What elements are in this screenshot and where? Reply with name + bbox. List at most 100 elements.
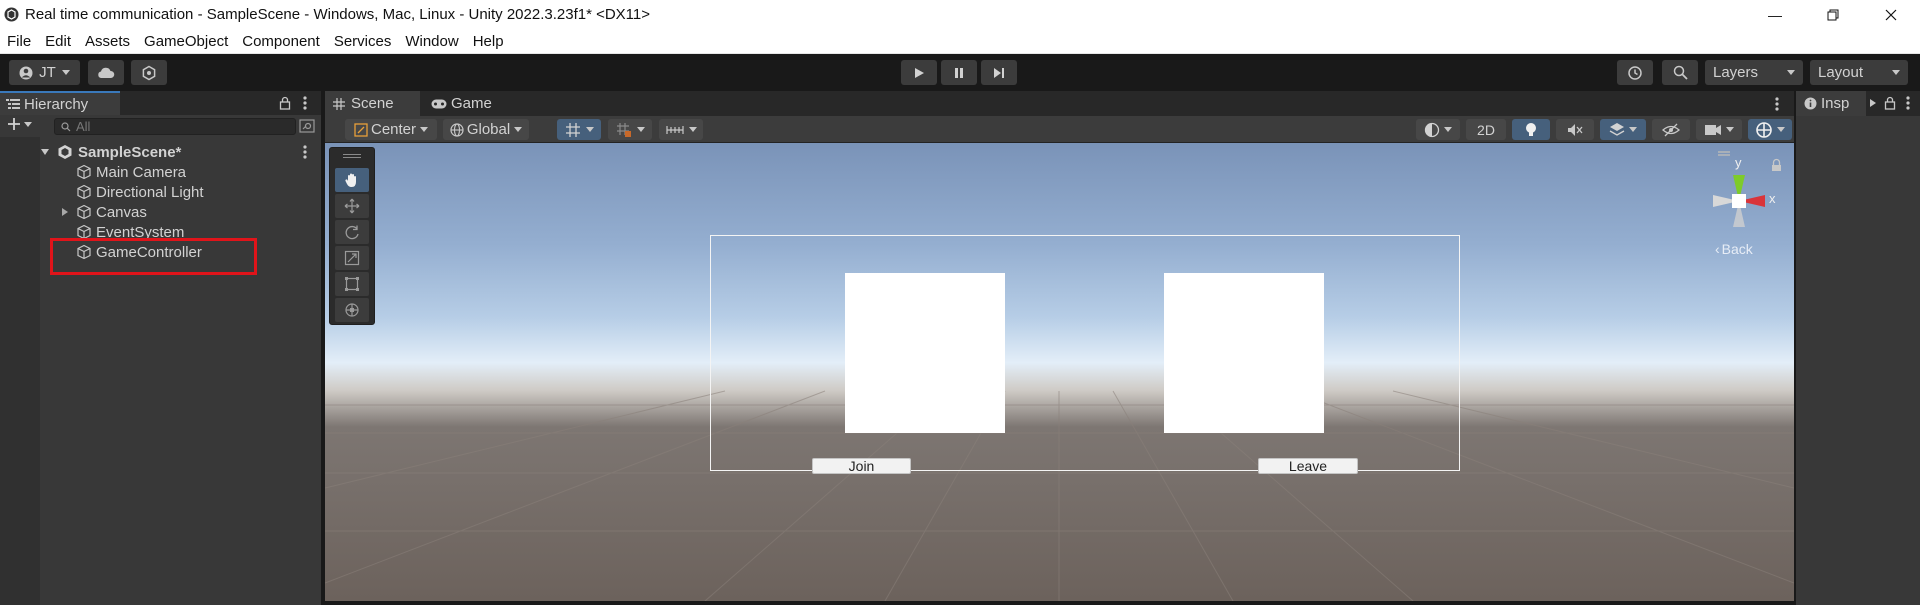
more-options-icon[interactable] [1775,97,1779,111]
shading-mode-dropdown[interactable] [1416,119,1460,140]
audio-toggle[interactable] [1556,119,1594,140]
tab-game[interactable]: Game [423,91,513,116]
join-button[interactable]: Join [812,458,911,474]
chevron-down-icon [636,127,645,132]
highlight-annotation-box [50,238,257,275]
hierarchy-item-label: Canvas [96,203,147,221]
tab-inspector[interactable]: Insp [1796,91,1866,116]
chevron-down-icon [1892,70,1900,75]
move-tool-button[interactable] [335,194,369,218]
menu-edit[interactable]: Edit [38,29,78,54]
expand-arrow-icon[interactable] [60,207,70,217]
grid-snap-icon [565,122,580,137]
expand-arrow-icon[interactable] [40,147,50,157]
mode-2d-label: 2D [1477,121,1495,138]
pause-icon [955,67,963,78]
account-dropdown[interactable]: JT [9,60,80,85]
grid-visibility-dropdown[interactable] [659,119,703,140]
left-image-panel[interactable] [845,273,1005,433]
grid-snapping-toggle[interactable] [557,119,601,140]
tab-scene[interactable]: Scene [325,91,420,116]
menu-services[interactable]: Services [327,29,399,54]
menu-gameobject[interactable]: GameObject [137,29,235,54]
scale-icon [344,250,360,266]
hierarchy-search-input[interactable]: All [54,118,296,135]
undo-history-button[interactable] [1617,60,1653,85]
more-options-icon[interactable] [303,145,307,159]
minimize-button[interactable]: ― [1746,0,1804,29]
scene-name: SampleScene* [78,143,182,161]
play-button[interactable] [901,60,937,85]
rotate-tool-button[interactable] [335,220,369,244]
scene-panel: Scene Game Center Global 2D Join Leave y… [325,91,1794,605]
mode-2d-toggle[interactable]: 2D [1466,119,1506,140]
gameobject-cube-icon [77,184,91,200]
scale-tool-button[interactable] [335,246,369,270]
tab-overflow-arrow-icon[interactable] [1869,98,1877,108]
pause-button[interactable] [941,60,977,85]
menu-bar: File Edit Assets GameObject Component Se… [0,29,1920,54]
shading-sphere-icon [1424,122,1440,137]
restore-button[interactable] [1804,0,1862,29]
collab-button[interactable] [131,60,167,85]
step-icon [994,67,1004,78]
menu-file[interactable]: File [0,29,38,54]
create-button[interactable] [7,117,32,131]
rect-tool-button[interactable] [335,272,369,296]
hierarchy-tab-label: Hierarchy [24,95,89,113]
lock-icon[interactable] [279,96,291,110]
menu-window[interactable]: Window [398,29,465,54]
pivot-center-dropdown[interactable]: Center [345,119,437,140]
history-icon [1628,65,1642,80]
cloud-button[interactable] [88,60,124,85]
ruler-icon [665,125,684,134]
scene-root-row[interactable]: SampleScene* [40,142,323,162]
more-options-icon[interactable] [1906,96,1910,110]
step-button[interactable] [981,60,1017,85]
hierarchy-item-canvas[interactable]: Canvas [60,202,147,222]
scene-visibility-toggle[interactable] [1652,119,1690,140]
game-tab-label: Game [451,95,492,112]
orientation-gizmo[interactable]: y x ‹ Back [1685,151,1785,261]
drag-handle[interactable] [343,154,361,158]
layers-dropdown[interactable]: Layers [1705,60,1803,85]
chevron-down-icon [61,70,70,75]
globe-icon [450,122,464,137]
close-window-button[interactable] [1862,0,1920,29]
layers-label: Layers [1713,64,1759,81]
tab-hierarchy[interactable]: Hierarchy [0,91,120,115]
menu-assets[interactable]: Assets [78,29,137,54]
scene-bottom-border [325,601,1794,605]
menu-help[interactable]: Help [466,29,511,54]
camera-settings-dropdown[interactable] [1696,119,1742,140]
space-global-dropdown[interactable]: Global [443,119,529,140]
gizmo-back-button[interactable]: ‹ Back [1715,241,1753,257]
effects-dropdown[interactable] [1600,119,1646,140]
menu-component[interactable]: Component [235,29,327,54]
right-image-panel[interactable] [1164,273,1324,433]
hierarchy-item-main-camera[interactable]: Main Camera [76,162,186,182]
transform-tool-button[interactable] [335,298,369,322]
layout-dropdown[interactable]: Layout [1810,60,1908,85]
transform-icon [345,303,359,317]
camera-icon [1705,124,1721,135]
info-icon [1804,97,1817,110]
increment-snap-toggle[interactable] [608,119,652,140]
window-title: Real time communication - SampleScene - … [25,6,651,23]
lock-icon[interactable] [1884,96,1896,110]
more-options-icon[interactable] [303,96,307,110]
inspector-panel: Insp [1796,91,1920,605]
audio-mute-icon [1568,123,1583,136]
hand-tool-button[interactable] [335,168,369,192]
scene-viewport[interactable]: Join Leave y x ‹ Back [325,143,1794,601]
hierarchy-item-label: Directional Light [96,183,204,201]
search-button[interactable] [1662,60,1698,85]
lighting-toggle[interactable] [1512,119,1550,140]
leave-button[interactable]: Leave [1258,458,1358,474]
account-icon [19,66,33,79]
gizmos-dropdown[interactable] [1748,119,1792,140]
minimize-icon: ― [1768,6,1782,23]
hierarchy-item-directional-light[interactable]: Directional Light [76,182,204,202]
chevron-down-icon [24,121,32,127]
scene-visibility-icon[interactable] [299,119,315,133]
